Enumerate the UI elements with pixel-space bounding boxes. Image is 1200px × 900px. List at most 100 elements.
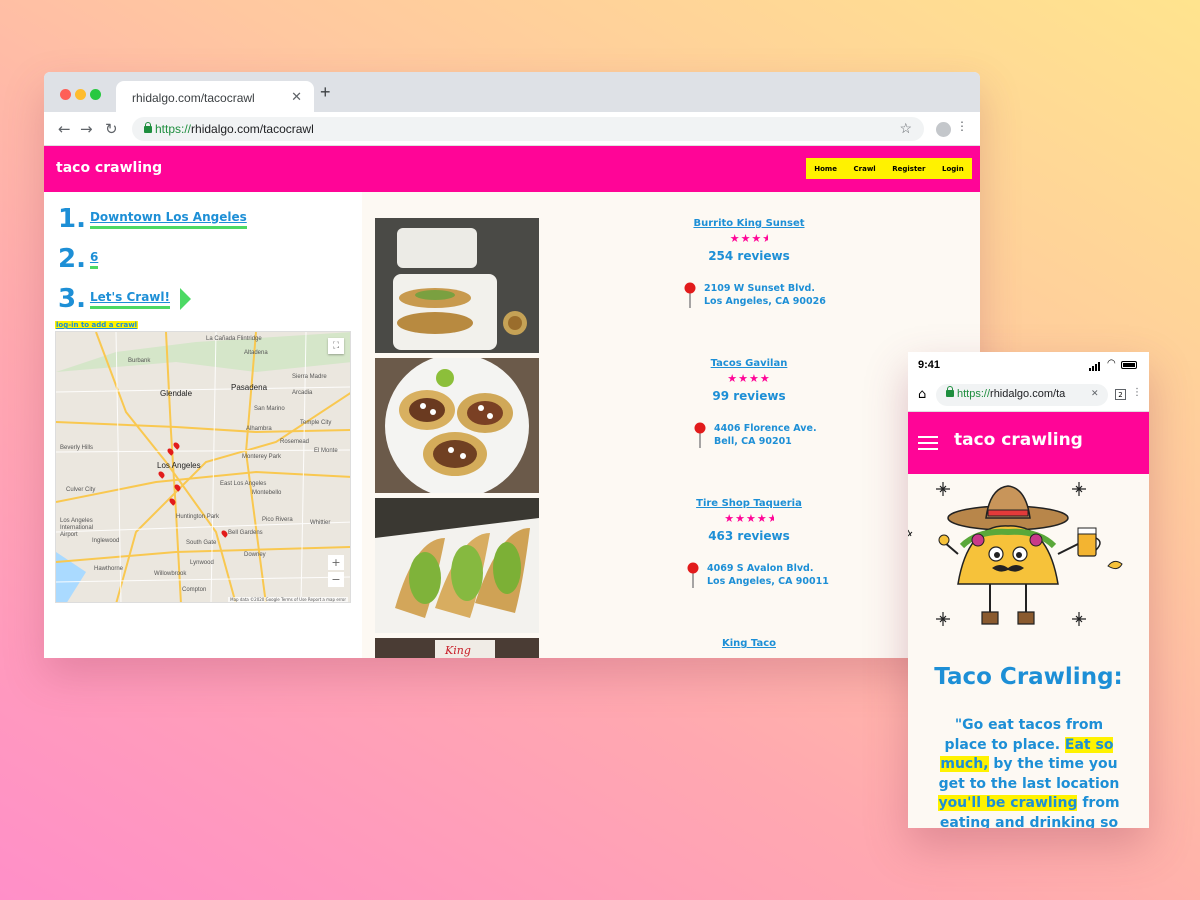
mobile-phone-frame: 9:41 ◠ ⌂ https://rhidalgo.com/ta ✕ 2 ⋮ t… [908, 352, 1149, 828]
restaurant-name-link[interactable]: Burrito King Sunset [664, 218, 834, 229]
desktop-browser-window: rhidalgo.com/tacocrawl ✕ + ← → ↻ https:/… [44, 72, 980, 658]
nav-home-link[interactable]: Home [814, 165, 837, 173]
home-icon[interactable]: ⌂ [918, 387, 926, 402]
zoom-out-button[interactable]: − [328, 572, 344, 587]
map-label: Beverly Hills [60, 445, 94, 451]
nav-crawl-link[interactable]: Crawl [854, 165, 876, 173]
taco-mascot-illustration [908, 482, 1123, 626]
battery-icon [1121, 361, 1137, 369]
star-rating: ★★★★ [727, 372, 771, 385]
close-window-button[interactable] [60, 89, 71, 100]
lets-crawl-button[interactable]: Let's Crawl! [89, 290, 170, 309]
map-label: Downey [244, 552, 266, 558]
hamburger-menu-icon[interactable] [918, 436, 938, 454]
location-pin-icon [684, 282, 696, 308]
browser-tab[interactable]: rhidalgo.com/tacocrawl ✕ [116, 81, 314, 112]
review-count: 254 reviews [708, 249, 790, 263]
url-text: rhidalgo.com/ta [990, 388, 1066, 400]
mobile-browser-toolbar: ⌂ https://rhidalgo.com/ta ✕ 2 ⋮ [908, 379, 1149, 412]
back-arrow-icon[interactable]: ← [58, 120, 71, 138]
map-label: Huntington Park [176, 514, 220, 520]
map-label: Pico Rivera [262, 517, 293, 523]
restaurant-listing: King Taco [664, 638, 834, 649]
step-crawl: 3. Let's Crawl! [58, 284, 191, 314]
new-tab-icon[interactable]: + [320, 82, 331, 103]
lock-icon [946, 386, 954, 397]
address-line: 2109 W Sunset Blvd. [704, 283, 815, 294]
map-label: Glendale [160, 389, 193, 398]
map-label: Arcadia [292, 390, 313, 396]
mobile-site-header: taco crawling [908, 412, 1149, 474]
stop-count-link[interactable]: 6 [89, 250, 99, 269]
map-label: Bell Gardens [228, 530, 263, 536]
tab-switcher-button[interactable]: 2 [1115, 389, 1126, 400]
mobile-address-bar[interactable]: https://rhidalgo.com/ta [936, 384, 1108, 406]
map-label: Montebello [252, 490, 282, 496]
tab-close-icon[interactable]: ✕ [291, 89, 302, 105]
zoom-in-button[interactable]: + [328, 555, 344, 570]
nav-login-link[interactable]: Login [942, 165, 964, 173]
location-pin-icon [694, 422, 706, 448]
address-bar[interactable]: https://rhidalgo.com/tacocrawl ☆ [132, 117, 924, 141]
hero-quote: "Go eat tacos from place to place. Eat s… [936, 716, 1122, 828]
site-nav: Home Crawl Register Login [806, 158, 972, 179]
bookmark-star-icon[interactable]: ☆ [899, 120, 912, 137]
map-widget[interactable]: La Cañada Flintridge Altadena Burbank Pa… [55, 331, 351, 603]
restaurant-name-link[interactable]: King Taco [664, 638, 834, 649]
nav-register-link[interactable]: Register [892, 165, 925, 173]
map-label: Altadena [244, 350, 268, 356]
tab-title: rhidalgo.com/tacocrawl [132, 91, 255, 105]
url-protocol: https:// [957, 388, 991, 400]
hero-title: Taco Crawling: [934, 664, 1123, 690]
map-label: Rosemead [280, 439, 310, 445]
taco-photo [375, 358, 539, 493]
reload-icon[interactable]: ↻ [105, 120, 118, 138]
login-to-add-crawl-link[interactable]: log-in to add a crawl [55, 321, 139, 329]
address-line: Los Angeles, CA 90026 [704, 296, 826, 307]
address-line: 4069 S Avalon Blvd. [707, 563, 814, 574]
step-number: 1. [58, 204, 86, 234]
map-label: Los Angeles International Airport [60, 518, 94, 538]
menu-kebab-icon[interactable]: ⋮ [956, 119, 968, 133]
step-number: 2. [58, 244, 86, 274]
restaurant-name-link[interactable]: Tire Shop Taqueria [664, 498, 834, 509]
review-count: 463 reviews [708, 529, 790, 543]
fullscreen-icon[interactable]: ⛶ [328, 338, 344, 354]
taco-photo [375, 218, 539, 353]
minimize-window-button[interactable] [75, 89, 86, 100]
profile-avatar[interactable] [936, 122, 951, 137]
map-label: Whittier [310, 520, 331, 526]
step-count: 2. 6 [58, 244, 99, 274]
step-location: 1. Downtown Los Angeles [58, 204, 247, 234]
site-logo[interactable]: taco crawling [954, 430, 1083, 450]
taco-photo: King [375, 638, 539, 658]
map-label: Los Angeles [157, 461, 201, 470]
quote-highlight: you'll be crawling [938, 795, 1078, 811]
map-label: Pasadena [231, 383, 268, 392]
forward-arrow-icon[interactable]: → [80, 120, 93, 138]
map-label: La Cañada Flintridge [206, 336, 262, 342]
restaurant-name-link[interactable]: Tacos Gavilan [664, 358, 834, 369]
restaurant-listing: Tire Shop Taqueria ★★★★★ 463 reviews [664, 498, 834, 543]
map-label: Hawthorne [94, 566, 124, 572]
map-label: Willowbrook [154, 571, 187, 577]
map-attribution: Map data ©2020 Google Terms of Use Repor… [228, 597, 348, 602]
clear-url-icon[interactable]: ✕ [1091, 389, 1099, 399]
address-line: 4406 Florence Ave. [714, 423, 817, 434]
map-label: Inglewood [92, 538, 120, 544]
page-body: 1. Downtown Los Angeles 2. 6 3. Let's Cr… [44, 192, 980, 658]
restaurant-address: 2109 W Sunset Blvd. Los Angeles, CA 9002… [704, 282, 826, 308]
wifi-icon: ◠ [1107, 358, 1116, 369]
signal-icon [1089, 362, 1100, 371]
play-arrow-icon[interactable] [179, 288, 191, 310]
half-star-icon: ★ [767, 512, 774, 525]
map-label: Compton [182, 587, 207, 593]
maximize-window-button[interactable] [90, 89, 101, 100]
site-logo[interactable]: taco crawling [56, 160, 162, 176]
status-time: 9:41 [918, 359, 941, 371]
menu-kebab-icon[interactable]: ⋮ [1132, 387, 1142, 398]
status-bar: 9:41 ◠ [908, 352, 1149, 379]
lock-icon [144, 122, 152, 133]
location-link[interactable]: Downtown Los Angeles [89, 210, 247, 229]
restaurant-listing: Burrito King Sunset ★★★★ 254 reviews [664, 218, 834, 263]
